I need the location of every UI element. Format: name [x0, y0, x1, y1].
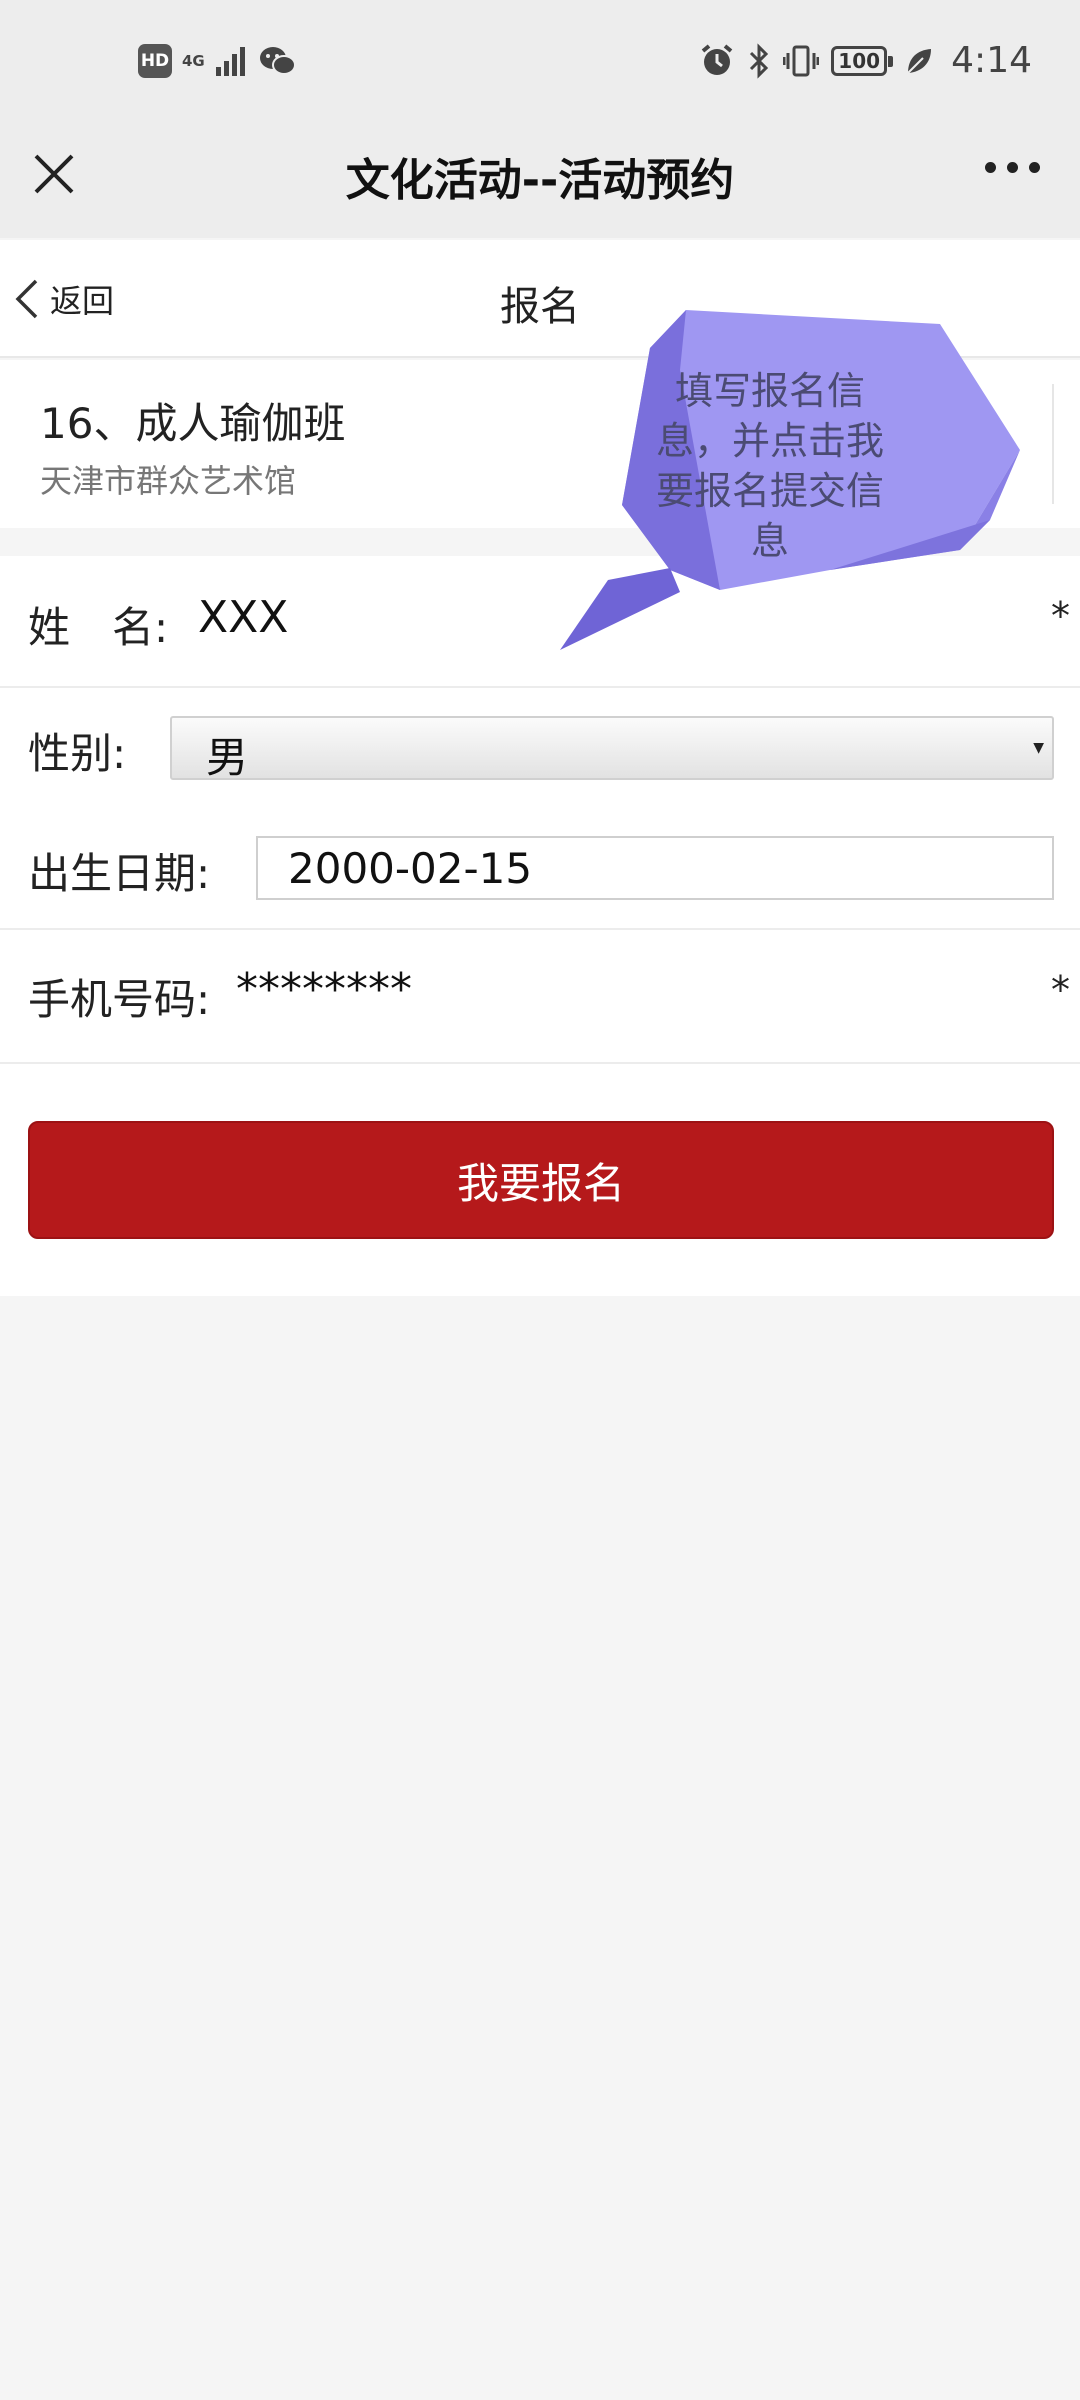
wechat-icon [259, 45, 297, 77]
alarm-icon [699, 43, 735, 79]
network-type: 4G [182, 51, 205, 70]
gender-label: 性别: [28, 729, 127, 778]
name-input[interactable]: XXX [198, 592, 288, 643]
annotation-bubble: 填写报名信息，并点击我要报名提交信息 [560, 310, 1020, 660]
bluetooth-icon [747, 42, 771, 79]
birth-date-input[interactable]: 2000-02-15 [256, 836, 1054, 900]
gender-value: 男 [206, 733, 249, 782]
birth-label: 出生日期: [28, 849, 211, 898]
gender-select[interactable]: 男 ▼ [170, 716, 1054, 782]
more-dot-icon [1029, 162, 1040, 173]
activity-name: 16、成人瑜伽班 [40, 399, 346, 448]
name-required-mark: * [1051, 594, 1070, 638]
status-time: 4:14 [951, 40, 1032, 81]
activity-edge-divider [1052, 384, 1054, 504]
hd-badge: HD [138, 44, 172, 78]
status-bar: HD 4G 100 4:14 [0, 0, 1080, 132]
signal-icon [215, 45, 249, 77]
leaf-icon [905, 46, 933, 76]
nav-bar: 文化活动--活动预约 [0, 132, 1080, 238]
vibrate-icon [783, 43, 820, 79]
more-button[interactable] [985, 162, 1040, 173]
status-left: HD 4G [138, 44, 297, 78]
phone-label: 手机号码: [28, 975, 211, 1024]
divider [0, 1062, 1080, 1064]
more-dot-icon [985, 162, 996, 173]
more-dot-icon [1007, 162, 1018, 173]
phone-row: 手机号码: ******** * [0, 930, 1080, 1060]
nav-title: 文化活动--活动预约 [345, 155, 735, 206]
status-right: 100 4:14 [699, 40, 1032, 81]
divider [0, 686, 1080, 688]
screen: HD 4G 100 4:14 文化活动--活动预约 返回 报名 16、成人瑜伽班… [0, 0, 1080, 2400]
phone-required-mark: * [1051, 968, 1070, 1012]
battery-icon: 100 [831, 45, 894, 76]
activity-venue: 天津市群众艺术馆 [40, 462, 297, 500]
phone-input[interactable]: ******** [236, 964, 412, 1015]
submit-button[interactable]: 我要报名 [28, 1121, 1054, 1239]
registration-form: 姓 名: XXX * 性别: 男 ▼ 出生日期: 2000-02-15 手机号码… [0, 556, 1080, 1296]
name-label: 姓 名: [28, 603, 169, 652]
birth-date-value: 2000-02-15 [288, 844, 533, 893]
annotation-text: 填写报名信息，并点击我要报名提交信息 [655, 369, 884, 563]
dropdown-arrow-icon: ▼ [1033, 740, 1044, 756]
